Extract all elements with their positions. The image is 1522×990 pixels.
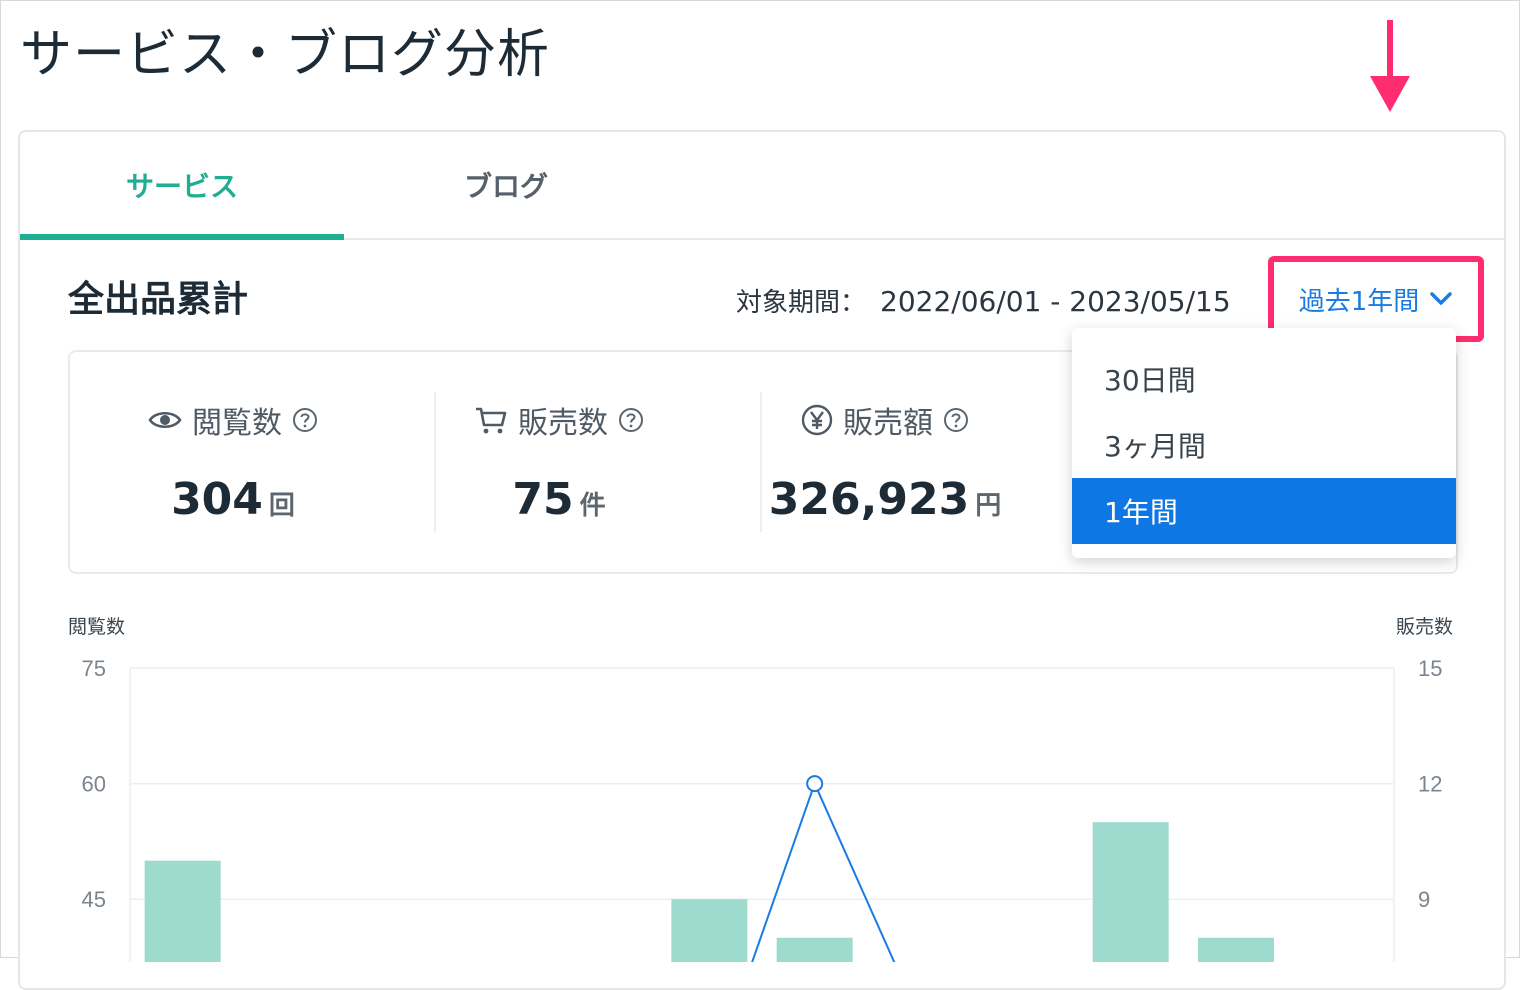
stat-label: 販売額 [843, 406, 933, 441]
y-tick-right: 9 [1418, 887, 1430, 912]
stat-number: 326,923 [768, 474, 970, 525]
tab-bar: サービス ブログ [20, 132, 1504, 240]
stat-label: 閲覧数 [192, 406, 282, 441]
chart: 75 15 60 12 45 9 [82, 656, 1442, 962]
period-label: 対象期間： 2022/06/01 - 2023/05/15 [736, 282, 1231, 319]
stat-label: 販売数 [518, 406, 608, 441]
chart-bar [776, 937, 853, 962]
annotation-arrow [1370, 20, 1410, 112]
eye-icon [148, 408, 182, 432]
y-tick-right: 15 [1418, 656, 1442, 681]
dropdown-option-3-months[interactable]: 3ヶ月間 [1072, 412, 1456, 478]
dropdown-option-1-year[interactable]: 1年間 [1072, 478, 1456, 544]
chart-bar [1092, 822, 1169, 962]
period-select-label: 過去1年間 [1298, 286, 1420, 317]
tab-blog[interactable]: ブログ [344, 132, 668, 238]
help-icon[interactable] [618, 407, 644, 433]
period-dropdown: 30日間 3ヶ月間 1年間 [1072, 328, 1456, 558]
stat-unit: 回 [268, 491, 295, 521]
cart-icon [474, 405, 508, 435]
stat-unit: 円 [975, 491, 1002, 521]
help-icon[interactable] [943, 407, 969, 433]
chart-bar [671, 899, 748, 962]
analytics-card: サービス ブログ 全出品累計 対象期間： 2022/06/01 - 2023/05… [18, 130, 1506, 990]
stat-number: 75 [512, 474, 574, 525]
chart-point [806, 775, 824, 793]
stat-sales-count: 販売数 75 件 [396, 352, 722, 572]
y-tick-left: 75 [82, 656, 106, 681]
stat-unit: 件 [579, 491, 606, 521]
period-range: 2022/06/01 - 2023/05/15 [880, 285, 1231, 318]
stat-number: 304 [171, 474, 263, 525]
y-tick-right: 12 [1418, 772, 1442, 797]
chart-bar [144, 860, 221, 962]
stat-views: 閲覧数 304 回 [70, 352, 396, 572]
period-label-text: 対象期間： [736, 288, 867, 318]
y-tick-left: 60 [82, 772, 106, 797]
y-tick-left: 45 [82, 887, 106, 912]
dropdown-option-30-days[interactable]: 30日間 [1072, 346, 1456, 412]
tab-service[interactable]: サービス [20, 132, 344, 240]
help-icon[interactable] [292, 407, 318, 433]
chart-bar [1198, 937, 1274, 962]
stat-sales-amount: 販売額 326,923 円 [722, 352, 1048, 572]
page-title: サービス・ブログ分析 [20, 25, 551, 85]
chevron-down-icon [1430, 292, 1453, 305]
section-title: 全出品累計 [68, 279, 249, 320]
chart-line [751, 780, 896, 962]
yen-icon [801, 404, 833, 436]
